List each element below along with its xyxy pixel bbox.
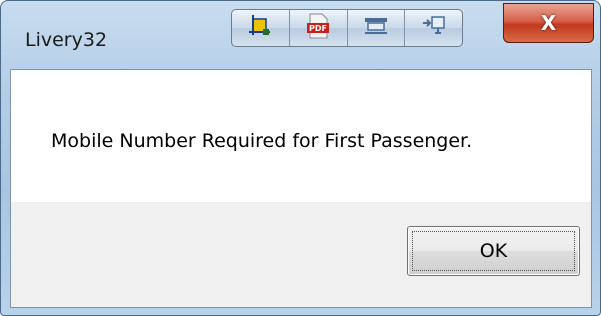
window-title: Livery32 (25, 29, 108, 51)
pdf-icon: PDF (304, 12, 332, 44)
dialog-body: Mobile Number Required for First Passeng… (10, 69, 592, 308)
crop-icon (247, 13, 273, 43)
export-icon (421, 14, 447, 42)
ok-button[interactable]: OK (407, 226, 580, 276)
message-text: Mobile Number Required for First Passeng… (51, 130, 473, 152)
message-area: Mobile Number Required for First Passeng… (11, 70, 591, 202)
title-toolbar: PDF (231, 9, 463, 47)
crop-button[interactable] (232, 10, 290, 46)
dialog-window: Livery32 PDF X Mobile Number Required fo… (0, 0, 601, 316)
print-button[interactable] (348, 10, 406, 46)
printer-icon (363, 15, 389, 41)
ok-button-label: OK (479, 240, 508, 262)
close-button[interactable]: X (503, 3, 594, 43)
close-icon: X (540, 11, 557, 35)
export-button[interactable] (405, 10, 462, 46)
pdf-button[interactable]: PDF (290, 10, 348, 46)
pdf-icon-label: PDF (309, 24, 327, 33)
title-bar[interactable]: Livery32 PDF X (1, 1, 600, 69)
